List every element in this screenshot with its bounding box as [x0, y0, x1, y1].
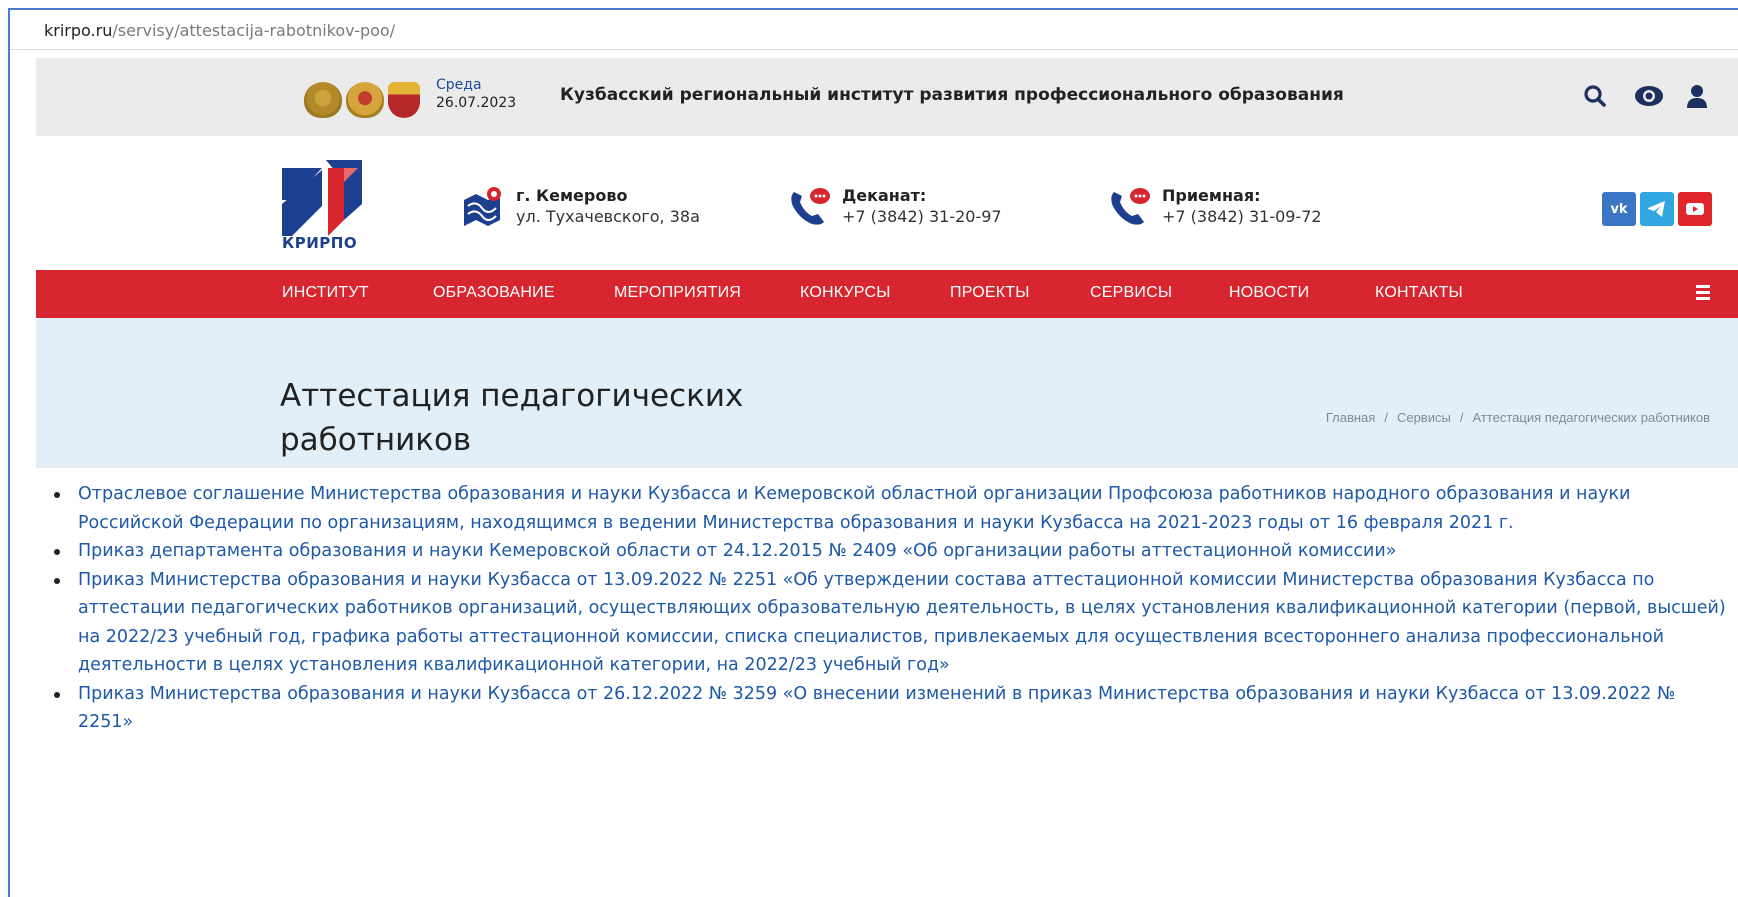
url-path: /servisy/attestacija-rabotnikov-poo/ — [112, 21, 396, 40]
reception-title: Приемная: — [1162, 186, 1261, 205]
ministry-emblem-icon[interactable] — [346, 82, 384, 118]
breadcrumb-separator: / — [1384, 410, 1388, 425]
url-text[interactable]: krirpo.ru/servisy/attestacija-rabotnikov… — [44, 21, 395, 40]
address-block: г. Кемерово ул. Тухачевского, 38а — [462, 186, 700, 228]
logo-text: КРИРПО — [282, 234, 358, 252]
dean-title: Деканат: — [842, 186, 927, 205]
nav-item-services[interactable]: СЕРВИСЫ — [1090, 284, 1172, 302]
nav-item-education[interactable]: ОБРАЗОВАНИЕ — [433, 284, 555, 302]
vk-icon[interactable]: vk — [1602, 192, 1636, 226]
breadcrumb: Главная / Сервисы / Аттестация педагогич… — [1326, 410, 1710, 425]
document-link[interactable]: Приказ Министерства образования и науки … — [48, 566, 1728, 680]
address-bar[interactable]: krirpo.ru/servisy/attestacija-rabotnikov… — [10, 10, 1738, 50]
top-icons — [1582, 83, 1712, 109]
weekday: Среда — [436, 77, 482, 93]
address-street: ул. Тухачевского, 38а — [516, 207, 700, 226]
page-title: Аттестация педагогических работников — [280, 378, 744, 458]
breadcrumb-home[interactable]: Главная — [1326, 410, 1375, 425]
menu-burger-icon[interactable] — [1696, 285, 1710, 300]
documents-list: Отраслевое соглашение Министерства образ… — [48, 480, 1728, 737]
dean-contact: Деканат: +7 (3842) 31-20-97 — [788, 186, 1002, 228]
reception-contact: Приемная: +7 (3842) 31-09-72 — [1108, 186, 1322, 228]
document-link[interactable]: Приказ департамента образования и науки … — [48, 537, 1728, 566]
user-icon[interactable] — [1686, 83, 1712, 109]
reception-phone[interactable]: +7 (3842) 31-09-72 — [1162, 206, 1322, 228]
dean-phone[interactable]: +7 (3842) 31-20-97 — [842, 206, 1002, 228]
top-bar: Среда 26.07.2023 Кузбасский региональный… — [36, 58, 1738, 136]
nav-item-contests[interactable]: КОНКУРСЫ — [800, 284, 891, 302]
site-header: КРИРПО г. Кемерово ул. Тухачевского, 38а — [36, 136, 1738, 270]
nav-item-institute[interactable]: ИНСТИТУТ — [282, 284, 369, 302]
browser-frame: krirpo.ru/servisy/attestacija-rabotnikov… — [8, 8, 1738, 897]
url-host: krirpo.ru — [44, 21, 113, 40]
nav-item-projects[interactable]: ПРОЕКТЫ — [950, 284, 1030, 302]
document-link[interactable]: Приказ Министерства образования и науки … — [48, 680, 1728, 737]
russia-emblem-icon[interactable] — [304, 82, 342, 118]
phone-icon — [788, 186, 832, 226]
main-nav: ИНСТИТУТ ОБРАЗОВАНИЕ МЕРОПРИЯТИЯ КОНКУРС… — [36, 270, 1738, 318]
breadcrumb-separator: / — [1459, 410, 1464, 425]
nav-item-news[interactable]: НОВОСТИ — [1229, 284, 1309, 302]
kuzbass-emblem-icon[interactable] — [388, 82, 420, 118]
page-hero: Аттестация педагогических работников Гла… — [36, 318, 1738, 468]
emblems — [304, 82, 420, 118]
document-link[interactable]: Отраслевое соглашение Министерства образ… — [48, 480, 1728, 537]
social-links: vk — [1602, 192, 1712, 226]
breadcrumb-services[interactable]: Сервисы — [1397, 410, 1451, 425]
breadcrumb-current: Аттестация педагогических работников — [1472, 410, 1710, 425]
eye-icon[interactable] — [1634, 83, 1663, 109]
nav-item-contacts[interactable]: КОНТАКТЫ — [1375, 284, 1463, 302]
youtube-icon[interactable] — [1678, 192, 1712, 226]
map-pin-icon — [462, 186, 506, 226]
date-box: Среда 26.07.2023 — [436, 76, 516, 112]
nav-item-events[interactable]: МЕРОПРИЯТИЯ — [614, 284, 741, 302]
current-date: 26.07.2023 — [436, 95, 517, 111]
search-icon[interactable] — [1582, 83, 1608, 109]
address-title: г. Кемерово — [516, 186, 628, 205]
phone-icon — [1108, 186, 1152, 226]
telegram-icon[interactable] — [1640, 192, 1674, 226]
site-title: Кузбасский региональный институт развити… — [560, 85, 1344, 105]
